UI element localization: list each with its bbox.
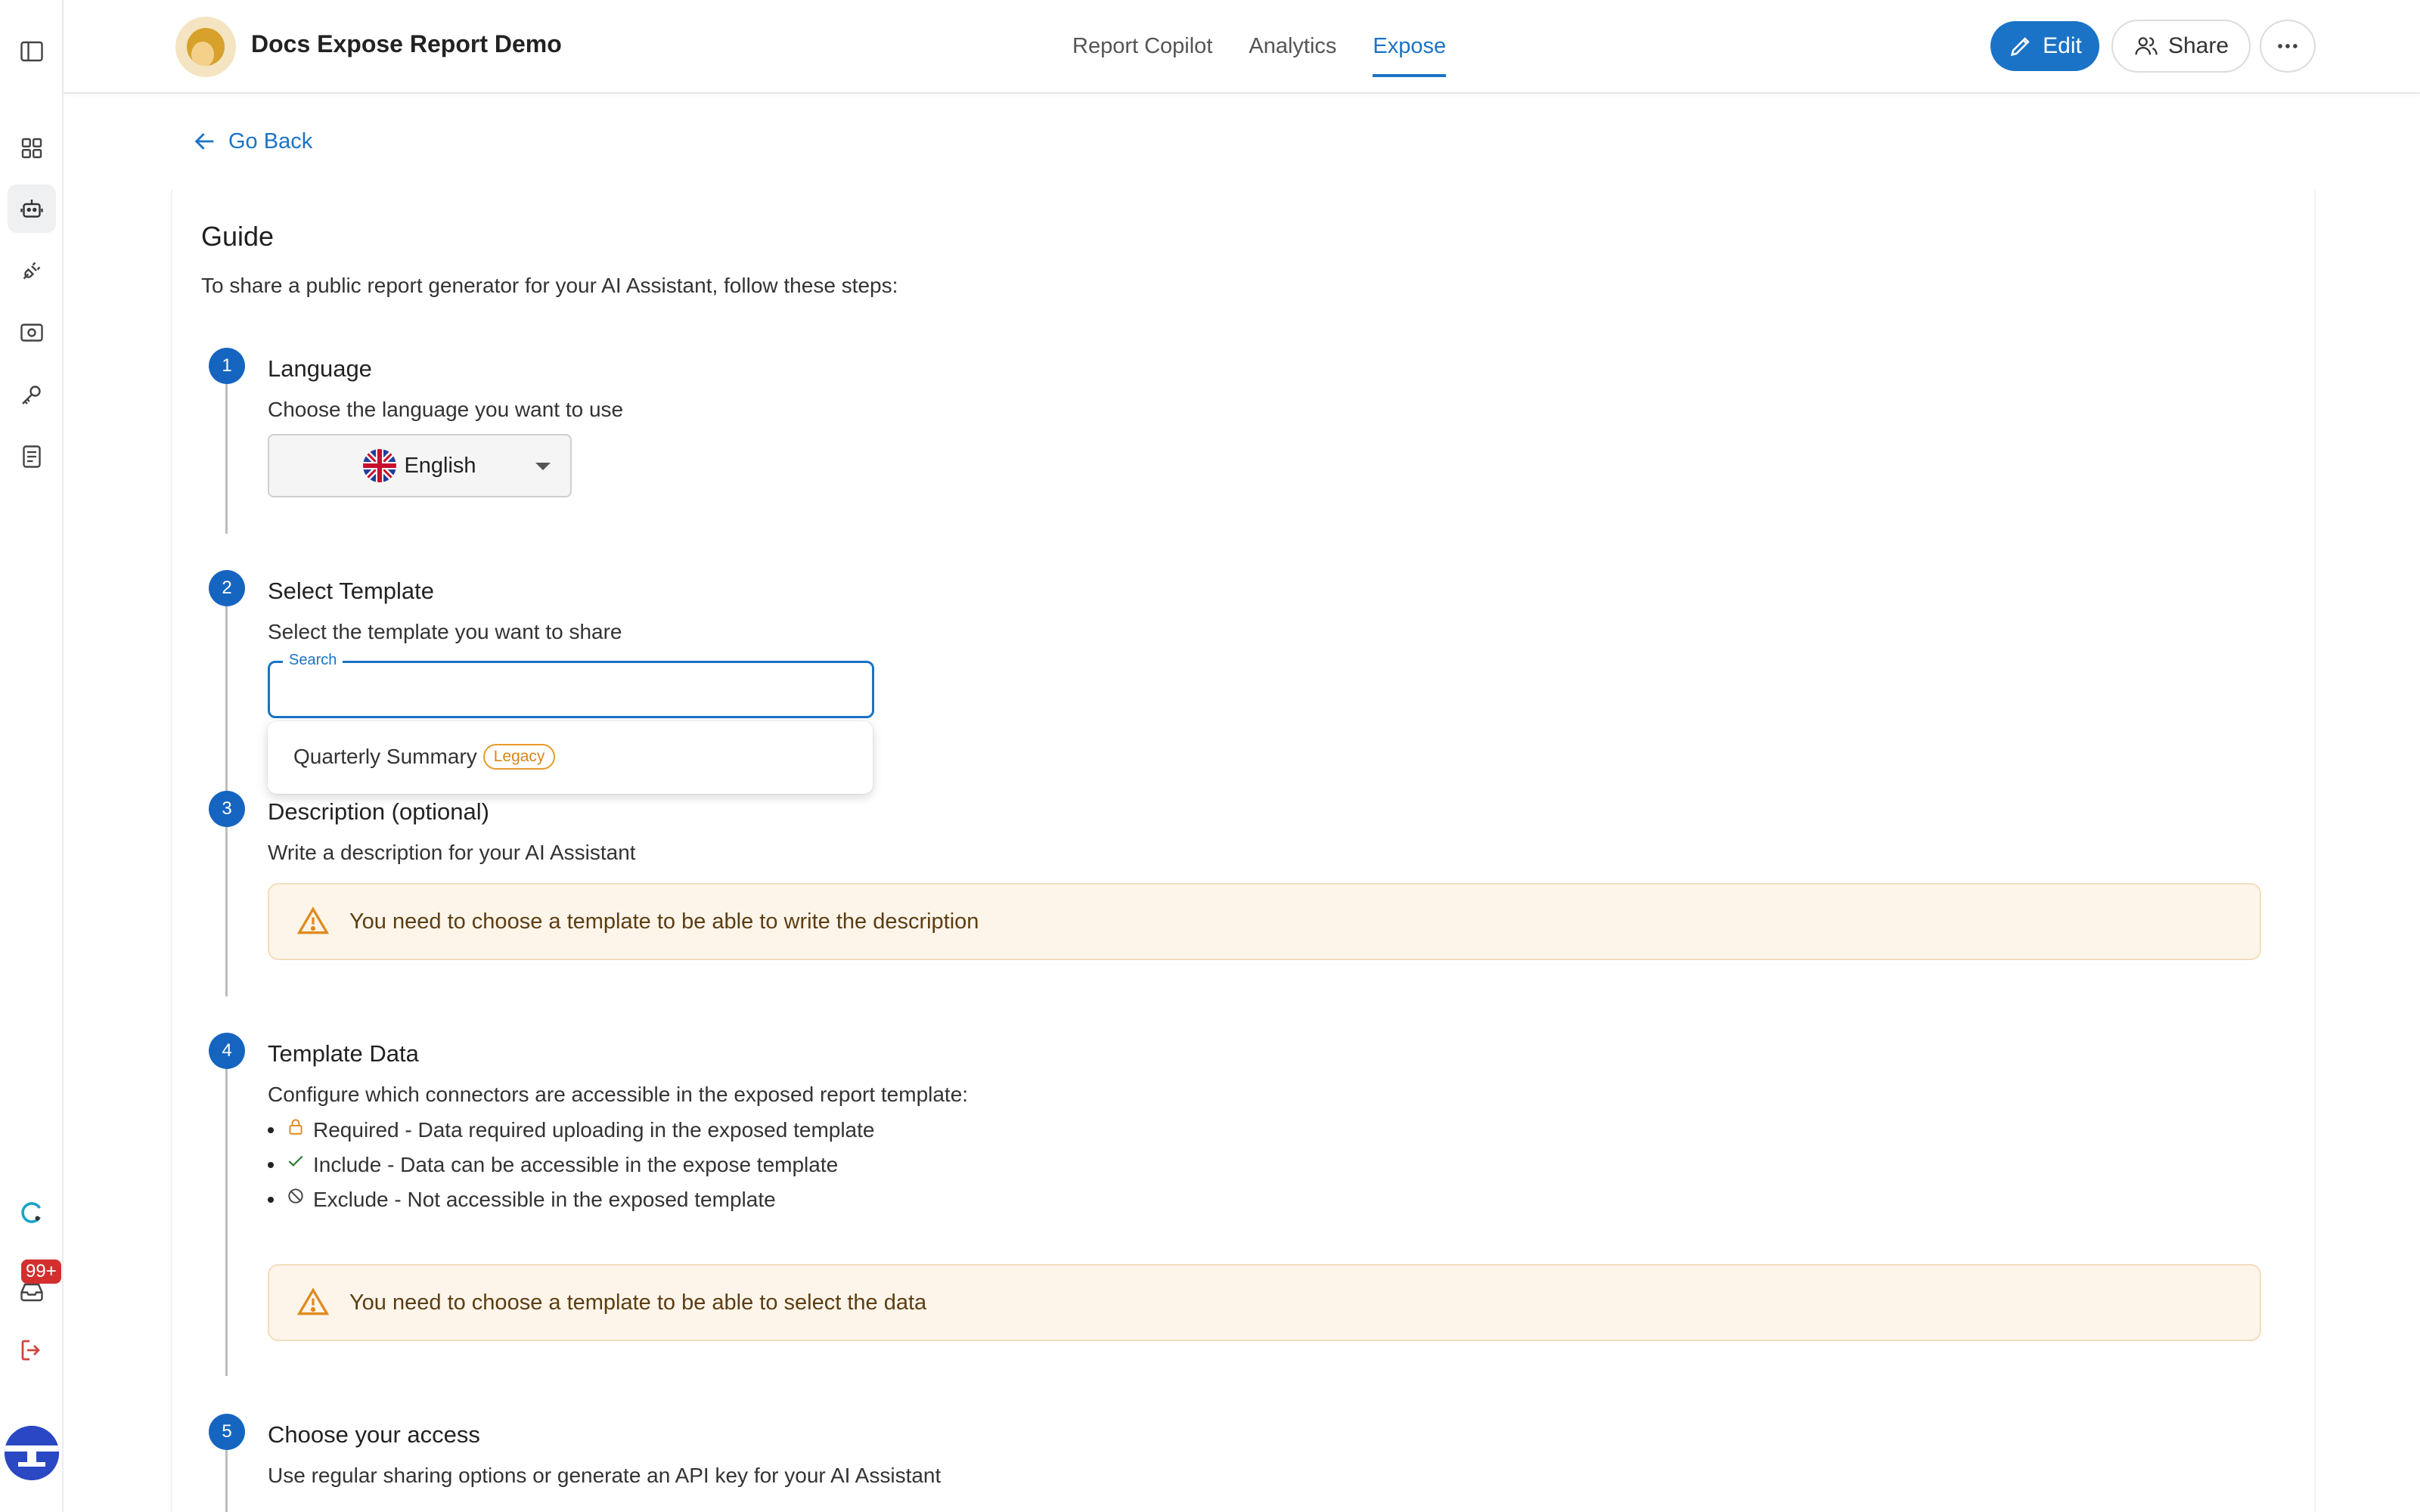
legend-required: Required - Data required uploading in th… [268, 1113, 874, 1148]
step-3-title: Description (optional) [268, 798, 489, 825]
lock-icon [289, 1119, 302, 1135]
language-select[interactable]: English [268, 434, 572, 497]
description-warning: You need to choose a template to be able… [268, 883, 2261, 960]
search-label: Search [283, 652, 343, 669]
legend-exclude-text: Exclude - Not accessible in the exposed … [313, 1188, 776, 1211]
step-5-description: Use regular sharing options or generate … [268, 1464, 942, 1487]
sidebar-toggle-icon[interactable] [8, 27, 56, 76]
notification-badge: 99+ [21, 1259, 61, 1284]
top-header: Docs Expose Report Demo Report Copilot A… [64, 0, 2420, 94]
description-warning-text: You need to choose a template to be able… [349, 909, 979, 934]
step-4-connector [225, 1069, 228, 1376]
app-logo [175, 17, 236, 77]
legend-exclude: Exclude - Not accessible in the exposed … [268, 1182, 874, 1217]
go-back-link[interactable]: Go Back [192, 129, 312, 154]
main-tabs: Report Copilot Analytics Expose [1072, 0, 1446, 94]
step-1-badge: 1 [209, 348, 245, 384]
uk-flag-icon [363, 449, 397, 482]
dashboard-grid-icon[interactable] [8, 124, 56, 172]
key-icon[interactable] [8, 370, 56, 419]
step-3-connector [225, 827, 228, 996]
edit-label: Edit [2043, 33, 2082, 58]
warning-icon [296, 906, 330, 934]
users-icon [2135, 37, 2158, 55]
edit-button[interactable]: Edit [1990, 21, 2099, 71]
legend-include: Include - Data can be accessible in the … [268, 1148, 874, 1182]
robot-icon[interactable] [8, 184, 56, 233]
tab-analytics[interactable]: Analytics [1249, 0, 1336, 94]
template-option[interactable]: Quarterly Summary Legacy [293, 744, 556, 770]
share-button[interactable]: Share [2111, 20, 2251, 73]
left-rail: 99+ [0, 0, 64, 1512]
warning-icon [296, 1287, 330, 1315]
guide-subtitle: To share a public report generator for y… [201, 274, 898, 297]
step-5-connector [225, 1450, 228, 1512]
user-avatar[interactable] [5, 1426, 59, 1480]
plug-icon[interactable] [8, 246, 56, 295]
data-access-legend: Required - Data required uploading in th… [268, 1113, 874, 1217]
template-dropdown: Quarterly Summary Legacy [268, 721, 873, 794]
check-icon [288, 1155, 303, 1167]
step-5-title: Choose your access [268, 1421, 480, 1448]
step-1-description: Choose the language you want to use [268, 398, 624, 421]
step-2-title: Select Template [268, 578, 434, 604]
legacy-badge: Legacy [482, 744, 556, 770]
step-1-title: Language [268, 355, 372, 382]
logout-icon[interactable] [8, 1326, 56, 1374]
legend-required-text: Required - Data required uploading in th… [313, 1118, 875, 1142]
step-2-connector [225, 606, 228, 792]
tab-expose[interactable]: Expose [1373, 0, 1446, 94]
caret-down-icon [535, 463, 551, 470]
step-4-title: Template Data [268, 1040, 419, 1067]
step-1-connector [225, 384, 228, 534]
language-selected-value: English [404, 453, 476, 478]
step-3-badge: 3 [209, 791, 245, 827]
guide-title: Guide [201, 221, 275, 252]
arrow-left-icon [194, 133, 214, 150]
data-warning: You need to choose a template to be able… [268, 1264, 2261, 1341]
step-2-badge: 2 [209, 570, 245, 606]
data-warning-text: You need to choose a template to be able… [349, 1290, 927, 1315]
settings-panel-icon[interactable] [8, 308, 56, 357]
assistant-logo-icon[interactable] [8, 1188, 56, 1237]
step-4-badge: 4 [209, 1033, 245, 1069]
step-3-description: Write a description for your AI Assistan… [268, 841, 636, 864]
pencil-icon [2011, 37, 2030, 57]
legend-include-text: Include - Data can be accessible in the … [313, 1153, 839, 1176]
go-back-label: Go Back [228, 129, 313, 153]
more-options-button[interactable] [2260, 20, 2316, 73]
step-2-description: Select the template you want to share [268, 620, 622, 643]
document-icon[interactable] [8, 432, 56, 481]
share-label: Share [2167, 33, 2229, 58]
template-search-input[interactable] [268, 661, 874, 718]
step-4-description: Configure which connectors are accessibl… [268, 1083, 969, 1106]
block-icon [288, 1188, 303, 1204]
step-5-badge: 5 [209, 1414, 245, 1450]
more-horizontal-icon [2278, 44, 2297, 48]
tab-report-copilot[interactable]: Report Copilot [1072, 0, 1212, 94]
template-option-label: Quarterly Summary [293, 745, 477, 768]
app-title: Docs Expose Report Demo [251, 30, 562, 57]
